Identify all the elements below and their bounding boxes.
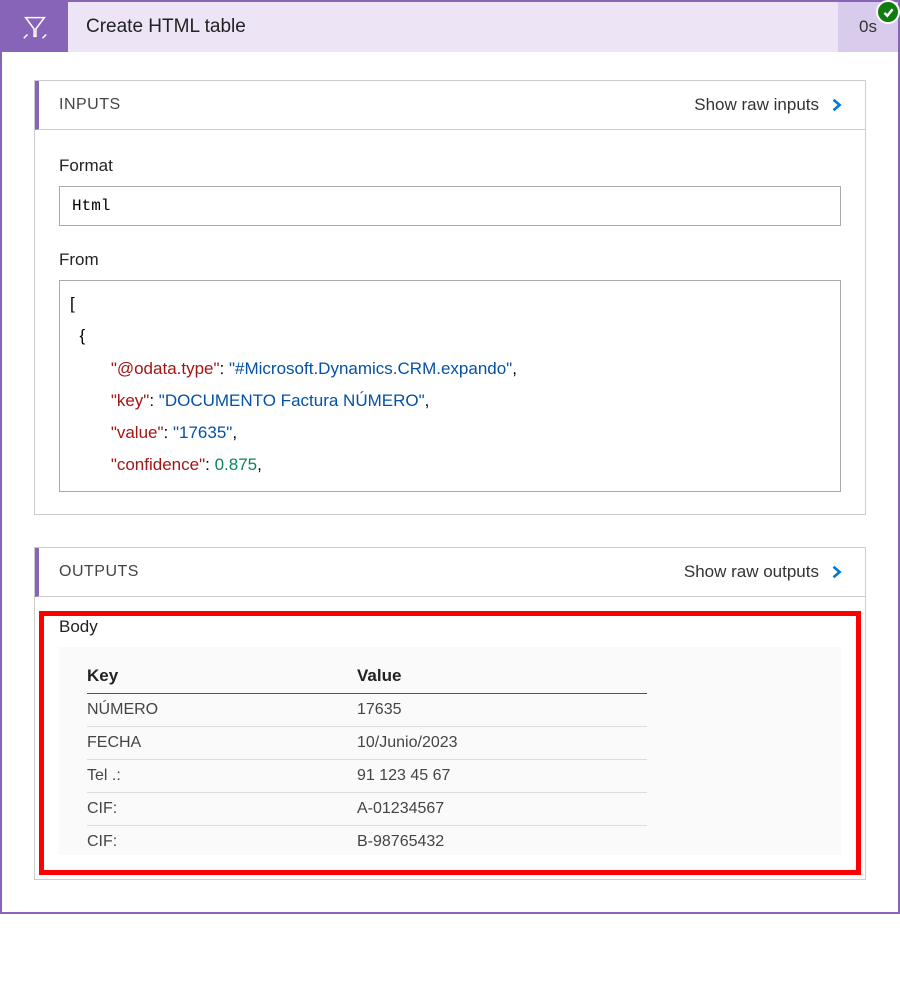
table-row: FECHA10/Junio/2023 (87, 727, 647, 760)
cell-key: Tel .: (87, 760, 357, 793)
table-row: NÚMERO17635 (87, 694, 647, 727)
outputs-body: Body Key Value NÚMERO17635FECHA10/Junio/… (35, 597, 865, 879)
cell-value: 91 123 45 67 (357, 760, 647, 793)
json-key: "confidence" (111, 455, 205, 474)
json-key: "key" (111, 391, 150, 410)
inputs-card: INPUTS Show raw inputs Format Html From … (34, 80, 866, 515)
format-value[interactable]: Html (59, 186, 841, 226)
chevron-right-icon[interactable] (827, 95, 847, 115)
cell-value: B-98765432 (357, 826, 647, 856)
json-val: "17635" (173, 423, 232, 442)
outputs-title: OUTPUTS (59, 563, 684, 581)
inputs-title: INPUTS (59, 96, 694, 114)
json-key: "keyLocation" (111, 488, 214, 493)
result-table: Key Value NÚMERO17635FECHA10/Junio/2023T… (87, 659, 647, 855)
chevron-right-icon[interactable] (827, 562, 847, 582)
json-text: { (70, 326, 85, 345)
table-row: CIF:A-01234567 (87, 793, 647, 826)
json-key: "@odata.type" (111, 359, 220, 378)
show-raw-outputs-link[interactable]: Show raw outputs (684, 562, 819, 582)
col-key-header: Key (87, 659, 357, 694)
cell-key: NÚMERO (87, 694, 357, 727)
cell-value: 10/Junio/2023 (357, 727, 647, 760)
json-text: [ (70, 294, 75, 313)
json-val: "#Microsoft.Dynamics.CRM.expando" (229, 359, 512, 378)
json-val: 0.875 (215, 455, 258, 474)
success-badge-icon (876, 0, 900, 24)
outputs-header: OUTPUTS Show raw outputs (35, 548, 865, 597)
action-title: Create HTML table (68, 2, 838, 52)
inputs-header: INPUTS Show raw inputs (35, 81, 865, 130)
content-area: INPUTS Show raw inputs Format Html From … (2, 52, 898, 912)
outputs-card: OUTPUTS Show raw outputs Body Key Value … (34, 547, 866, 880)
json-key: "value" (111, 423, 164, 442)
show-raw-inputs-link[interactable]: Show raw inputs (694, 95, 819, 115)
col-value-header: Value (357, 659, 647, 694)
cell-key: FECHA (87, 727, 357, 760)
action-header: Create HTML table 0s (2, 2, 898, 52)
format-label: Format (59, 156, 841, 176)
cell-value: 17635 (357, 694, 647, 727)
body-label: Body (59, 617, 841, 637)
cell-key: CIF: (87, 826, 357, 856)
from-json-viewer[interactable]: [ { "@odata.type": "#Microsoft.Dynamics.… (59, 280, 841, 492)
from-label: From (59, 250, 841, 270)
table-row: Tel .:91 123 45 67 (87, 760, 647, 793)
data-operation-icon (2, 2, 68, 52)
body-html-preview[interactable]: Key Value NÚMERO17635FECHA10/Junio/2023T… (59, 647, 841, 855)
json-val: "DOCUMENTO Factura NÚMERO" (159, 391, 425, 410)
inputs-body: Format Html From [ { "@odata.type": "#Mi… (35, 130, 865, 514)
cell-key: CIF: (87, 793, 357, 826)
table-row: CIF:B-98765432 (87, 826, 647, 856)
cell-value: A-01234567 (357, 793, 647, 826)
